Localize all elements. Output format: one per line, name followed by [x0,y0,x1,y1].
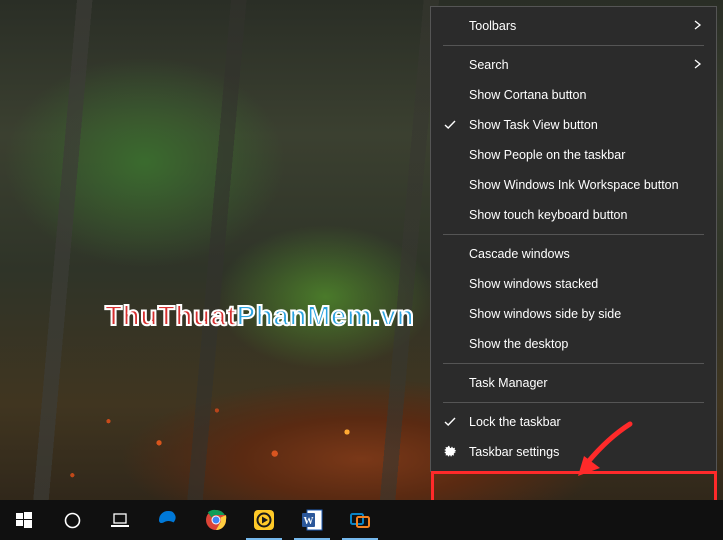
chevron-right-icon [694,58,702,72]
menu-separator [443,402,704,403]
check-icon [443,118,457,132]
start-button[interactable] [0,500,48,540]
vmware-icon [349,509,371,531]
menu-item-label: Task Manager [469,376,548,390]
menu-item-show-side-by-side[interactable]: Show windows side by side [431,299,716,329]
menu-item-label: Show Windows Ink Workspace button [469,178,679,192]
potplayer-icon [253,509,275,531]
menu-item-label: Search [469,58,509,72]
edge-icon [157,509,179,531]
menu-item-label: Show windows stacked [469,277,598,291]
taskbar-context-menu: Toolbars Search Show Cortana button Show… [430,6,717,472]
menu-item-label: Show People on the taskbar [469,148,625,162]
menu-item-label: Lock the taskbar [469,415,561,429]
menu-separator [443,234,704,235]
taskbar-app-potplayer[interactable] [240,500,288,540]
menu-item-label: Show windows side by side [469,307,621,321]
chrome-icon [205,509,227,531]
taskbar-app-chrome[interactable] [192,500,240,540]
menu-item-show-desktop[interactable]: Show the desktop [431,329,716,359]
taskbar: W [0,500,723,540]
menu-item-show-people[interactable]: Show People on the taskbar [431,140,716,170]
taskbar-app-edge[interactable] [144,500,192,540]
menu-item-show-touch-keyboard[interactable]: Show touch keyboard button [431,200,716,230]
windows-logo-icon [16,512,32,528]
menu-item-cascade-windows[interactable]: Cascade windows [431,239,716,269]
menu-item-show-cortana[interactable]: Show Cortana button [431,80,716,110]
watermark-part1: ThuThuat [105,300,237,331]
task-view-icon [111,513,129,527]
menu-item-show-ink-workspace[interactable]: Show Windows Ink Workspace button [431,170,716,200]
watermark: ThuThuatPhanMem.vn [105,300,414,332]
menu-item-taskbar-settings[interactable]: Taskbar settings [431,437,716,467]
watermark-part2: PhanMem.vn [237,300,415,331]
cortana-icon [64,512,81,529]
menu-item-label: Toolbars [469,19,516,33]
taskbar-app-vmware[interactable] [336,500,384,540]
menu-item-lock-taskbar[interactable]: Lock the taskbar [431,407,716,437]
taskbar-app-word[interactable]: W [288,500,336,540]
cortana-button[interactable] [48,500,96,540]
menu-item-show-task-view[interactable]: Show Task View button [431,110,716,140]
task-view-button[interactable] [96,500,144,540]
check-icon [443,415,457,429]
menu-item-show-stacked[interactable]: Show windows stacked [431,269,716,299]
menu-item-task-manager[interactable]: Task Manager [431,368,716,398]
menu-item-label: Show the desktop [469,337,568,351]
menu-separator [443,363,704,364]
chevron-right-icon [694,19,702,33]
menu-item-label: Show Task View button [469,118,598,132]
menu-item-label: Show touch keyboard button [469,208,627,222]
gear-icon [443,445,457,459]
svg-text:W: W [304,516,314,527]
menu-item-search[interactable]: Search [431,50,716,80]
menu-separator [443,45,704,46]
menu-item-toolbars[interactable]: Toolbars [431,11,716,41]
menu-item-label: Cascade windows [469,247,570,261]
menu-item-label: Taskbar settings [469,445,559,459]
menu-item-label: Show Cortana button [469,88,586,102]
word-icon: W [301,509,323,531]
